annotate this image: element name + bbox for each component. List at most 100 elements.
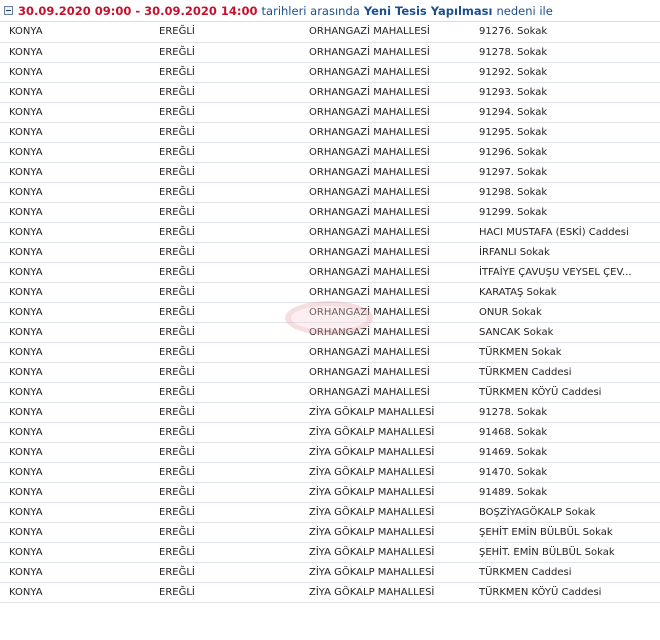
street-cell: TÜRKMEN Caddesi <box>470 362 660 383</box>
district-cell: EREĞLİ <box>150 482 300 503</box>
district-cell: EREĞLİ <box>150 402 300 423</box>
district-cell: EREĞLİ <box>150 562 300 583</box>
district-cell: EREĞLİ <box>150 522 300 543</box>
city-cell: KONYA <box>0 122 150 143</box>
city-cell: KONYA <box>0 42 150 63</box>
neighborhood-cell: ORHANGAZİ MAHALLESİ <box>300 142 470 163</box>
street-cell: KARATAŞ Sokak <box>470 282 660 303</box>
neighborhood-cell: ORHANGAZİ MAHALLESİ <box>300 62 470 83</box>
neighborhood-cell: ORHANGAZİ MAHALLESİ <box>300 202 470 223</box>
city-cell: KONYA <box>0 522 150 543</box>
street-cell: SANCAK Sokak <box>470 322 660 343</box>
street-cell: ONUR Sokak <box>470 302 660 323</box>
street-cell: 91469. Sokak <box>470 442 660 463</box>
table-row: KONYA EREĞLİ ORHANGAZİ MAHALLESİ TÜRKMEN So… <box>0 342 660 363</box>
table-row: KONYA EREĞLİ ZİYA GÖKALP MAHALLESİ 91468. S… <box>0 422 660 443</box>
neighborhood-cell: ORHANGAZİ MAHALLESİ <box>300 242 470 263</box>
street-cell: 91278. Sokak <box>470 42 660 63</box>
neighborhood-cell: ORHANGAZİ MAHALLESİ <box>300 282 470 303</box>
district-cell: EREĞLİ <box>150 122 300 143</box>
district-cell: EREĞLİ <box>150 462 300 483</box>
neighborhood-cell: ZİYA GÖKALP MAHALLESİ <box>300 462 470 483</box>
district-cell: EREĞLİ <box>150 322 300 343</box>
between-text: tarihleri arasında <box>261 3 360 18</box>
district-cell: EREĞLİ <box>150 62 300 83</box>
table-row: KONYA EREĞLİ ORHANGAZİ MAHALLESİ 91278. Sok… <box>0 42 660 63</box>
street-cell: TÜRKMEN Caddesi <box>470 562 660 583</box>
table-row: KONYA EREĞLİ ORHANGAZİ MAHALLESİ 91295. Sok… <box>0 122 660 143</box>
collapse-toggle-icon[interactable] <box>4 6 13 15</box>
city-cell: KONYA <box>0 562 150 583</box>
neighborhood-cell: ZİYA GÖKALP MAHALLESİ <box>300 442 470 463</box>
outage-reason: Yeni Tesis Yapılması <box>363 3 493 18</box>
street-cell: ŞEHİT EMİN BÜLBÜL Sokak <box>470 522 660 543</box>
table-row: KONYA EREĞLİ ORHANGAZİ MAHALLESİ 91276. Sok… <box>0 22 660 43</box>
neighborhood-cell: ORHANGAZİ MAHALLESİ <box>300 162 470 183</box>
neighborhood-cell: ORHANGAZİ MAHALLESİ <box>300 102 470 123</box>
district-cell: EREĞLİ <box>150 202 300 223</box>
street-cell: 91296. Sokak <box>470 142 660 163</box>
district-cell: EREĞLİ <box>150 302 300 323</box>
city-cell: KONYA <box>0 362 150 383</box>
district-cell: EREĞLİ <box>150 82 300 103</box>
outage-table-body: KONYA EREĞLİ ORHANGAZİ MAHALLESİ 91276. Sok… <box>0 22 660 603</box>
city-cell: KONYA <box>0 202 150 223</box>
city-cell: KONYA <box>0 582 150 603</box>
street-cell: HACI MUSTAFA (ESKİ) Caddesi <box>470 222 660 243</box>
city-cell: KONYA <box>0 442 150 463</box>
street-cell: 91470. Sokak <box>470 462 660 483</box>
city-cell: KONYA <box>0 222 150 243</box>
street-cell: 91489. Sokak <box>470 482 660 503</box>
neighborhood-cell: ZİYA GÖKALP MAHALLESİ <box>300 402 470 423</box>
neighborhood-cell: ORHANGAZİ MAHALLESİ <box>300 382 470 403</box>
city-cell: KONYA <box>0 302 150 323</box>
city-cell: KONYA <box>0 402 150 423</box>
city-cell: KONYA <box>0 22 150 43</box>
street-cell: İRFANLI Sokak <box>470 242 660 263</box>
table-row: KONYA EREĞLİ ORHANGAZİ MAHALLESİ SANCAK Sok… <box>0 322 660 343</box>
city-cell: KONYA <box>0 242 150 263</box>
neighborhood-cell: ORHANGAZİ MAHALLESİ <box>300 222 470 243</box>
table-row: KONYA EREĞLİ ZİYA GÖKALP MAHALLESİ 91470. S… <box>0 462 660 483</box>
district-cell: EREĞLİ <box>150 42 300 63</box>
city-cell: KONYA <box>0 82 150 103</box>
city-cell: KONYA <box>0 422 150 443</box>
table-row: KONYA EREĞLİ ZİYA GÖKALP MAHALLESİ 91489. S… <box>0 482 660 503</box>
street-cell: BOŞZİYAGÖKALP Sokak <box>470 502 660 523</box>
street-cell: 91468. Sokak <box>470 422 660 443</box>
district-cell: EREĞLİ <box>150 362 300 383</box>
table-row: KONYA EREĞLİ ORHANGAZİ MAHALLESİ 91293. Sok… <box>0 82 660 103</box>
table-row: KONYA EREĞLİ ZİYA GÖKALP MAHALLESİ 91278. S… <box>0 402 660 423</box>
district-cell: EREĞLİ <box>150 262 300 283</box>
district-cell: EREĞLİ <box>150 162 300 183</box>
street-cell: 91278. Sokak <box>470 402 660 423</box>
street-cell: TÜRKMEN KÖYÜ Caddesi <box>470 582 660 603</box>
neighborhood-cell: ORHANGAZİ MAHALLESİ <box>300 22 470 43</box>
table-row: KONYA EREĞLİ ORHANGAZİ MAHALLESİ TÜRKMEN KÖ… <box>0 382 660 403</box>
street-cell: TÜRKMEN KÖYÜ Caddesi <box>470 382 660 403</box>
district-cell: EREĞLİ <box>150 282 300 303</box>
table-row: KONYA EREĞLİ ZİYA GÖKALP MAHALLESİ TÜRKMEN … <box>0 562 660 583</box>
table-row: KONYA EREĞLİ ORHANGAZİ MAHALLESİ 91296. Sok… <box>0 142 660 163</box>
street-cell: TÜRKMEN Sokak <box>470 342 660 363</box>
street-cell: ŞEHİT. EMİN BÜLBÜL Sokak <box>470 542 660 563</box>
neighborhood-cell: ORHANGAZİ MAHALLESİ <box>300 302 470 323</box>
neighborhood-cell: ORHANGAZİ MAHALLESİ <box>300 362 470 383</box>
city-cell: KONYA <box>0 502 150 523</box>
neighborhood-cell: ORHANGAZİ MAHALLESİ <box>300 322 470 343</box>
district-cell: EREĞLİ <box>150 222 300 243</box>
table-row: KONYA EREĞLİ ORHANGAZİ MAHALLESİ İTFAİYE ÇA… <box>0 262 660 283</box>
table-row: KONYA EREĞLİ ORHANGAZİ MAHALLESİ ONUR Sokak <box>0 302 660 323</box>
reason-suffix: nedeni ile <box>496 3 553 18</box>
street-cell: İTFAİYE ÇAVUŞU VEYSEL ÇEV... <box>470 262 660 283</box>
district-cell: EREĞLİ <box>150 422 300 443</box>
city-cell: KONYA <box>0 462 150 483</box>
neighborhood-cell: ORHANGAZİ MAHALLESİ <box>300 182 470 203</box>
district-cell: EREĞLİ <box>150 542 300 563</box>
table-row: KONYA EREĞLİ ZİYA GÖKALP MAHALLESİ ŞEHİT. E… <box>0 542 660 563</box>
neighborhood-cell: ZİYA GÖKALP MAHALLESİ <box>300 542 470 563</box>
neighborhood-cell: ORHANGAZİ MAHALLESİ <box>300 262 470 283</box>
neighborhood-cell: ZİYA GÖKALP MAHALLESİ <box>300 502 470 523</box>
group-header: 30.09.2020 09:00 - 30.09.2020 14:00 tari… <box>0 0 660 22</box>
city-cell: KONYA <box>0 162 150 183</box>
